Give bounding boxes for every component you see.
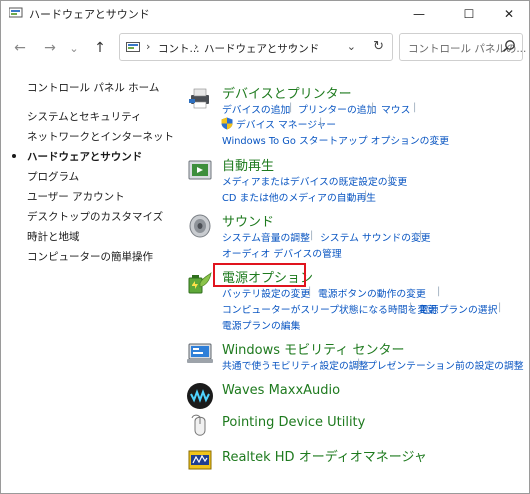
- left-nav-user-accounts[interactable]: ユーザー アカウント: [27, 189, 125, 204]
- realtek-audio-icon: [188, 450, 212, 470]
- add-device-link[interactable]: デバイスの追加: [222, 102, 290, 116]
- waves-maxxaudio-icon: [187, 383, 213, 409]
- link-separator: |: [413, 102, 417, 113]
- control-panel-icon: [9, 7, 23, 18]
- up-button[interactable]: ↑: [89, 37, 111, 59]
- control-panel-window: ハードウェアとサウンド — ☐ ✕ ← → ⌄ ↑ › コント... › ハード…: [0, 0, 530, 494]
- manage-audio-devices-link[interactable]: オーディオ デバイスの管理: [222, 246, 342, 260]
- current-page-bullet: [12, 154, 16, 158]
- realtek-audio-manager-title[interactable]: Realtek HD オーディオマネージャ: [222, 446, 427, 465]
- title-bar: ハードウェアとサウンド — ☐ ✕: [1, 1, 529, 27]
- close-icon: ✕: [503, 7, 515, 21]
- waves-maxxaudio-title[interactable]: Waves MaxxAudio: [222, 383, 340, 398]
- recent-locations-button[interactable]: ⌄: [63, 37, 85, 59]
- left-nav-network-internet[interactable]: ネットワークとインターネット: [27, 129, 174, 144]
- link-separator: |: [371, 102, 375, 113]
- left-nav-ease-of-access[interactable]: コンピューターの簡単操作: [27, 249, 153, 264]
- link-separator: |: [409, 302, 413, 313]
- change-system-sounds-link[interactable]: システム サウンドの変更: [320, 230, 431, 244]
- window-title: ハードウェアとサウンド: [29, 8, 150, 21]
- change-sleep-time-link[interactable]: コンピューターがスリープ状態になる時間を変更: [222, 302, 437, 316]
- minimize-button[interactable]: —: [397, 1, 441, 27]
- breadcrumb-separator: ›: [290, 40, 295, 53]
- minimize-icon: —: [413, 7, 425, 21]
- breadcrumb-hardware-sound[interactable]: ハードウェアとサウンド: [204, 41, 319, 56]
- control-panel-icon: [126, 42, 140, 52]
- search-icon: [503, 40, 515, 52]
- change-autoplay-defaults-link[interactable]: メディアまたはデバイスの既定設定の変更: [222, 174, 407, 188]
- navigation-bar: ← → ⌄ ↑ › コント... › ハードウェアとサウンド › ⌄ ↻ コント…: [1, 31, 529, 65]
- uac-shield-icon: [221, 117, 233, 130]
- maximize-icon: ☐: [463, 7, 475, 21]
- link-separator: |: [388, 174, 392, 185]
- breadcrumb-separator: ›: [146, 40, 151, 53]
- mobility-center-title[interactable]: Windows モビリティ センター: [222, 339, 405, 358]
- adjust-presentation-settings-link[interactable]: プレゼンテーション前の設定の調整: [367, 358, 524, 372]
- highlight-box: [213, 263, 306, 287]
- printer-icon: [189, 88, 209, 109]
- windows-to-go-link[interactable]: Windows To Go スタートアップ オプションの変更: [222, 133, 449, 147]
- left-nav-programs[interactable]: プログラム: [27, 169, 79, 184]
- link-separator: |: [308, 286, 312, 297]
- add-printer-link[interactable]: プリンターの追加: [298, 102, 376, 116]
- breadcrumb-separator: ›: [194, 40, 199, 53]
- choose-power-plan-link[interactable]: 電源プランの選択: [419, 302, 497, 316]
- power-options-icon: [188, 271, 212, 294]
- left-nav-appearance[interactable]: デスクトップのカスタマイズ: [27, 209, 163, 224]
- change-power-buttons-link[interactable]: 電源ボタンの動作の変更: [318, 286, 426, 300]
- pointing-device-utility-title[interactable]: Pointing Device Utility: [222, 415, 365, 430]
- cd-autoplay-link[interactable]: CD または他のメディアの自動再生: [222, 190, 376, 204]
- sound-title[interactable]: サウンド: [222, 211, 274, 230]
- address-dropdown-icon[interactable]: ⌄: [347, 40, 356, 53]
- left-nav-system-security[interactable]: システムとセキュリティ: [27, 109, 142, 124]
- edit-power-plan-link[interactable]: 電源プランの編集: [222, 318, 300, 332]
- link-separator: |: [310, 230, 314, 241]
- maximize-button[interactable]: ☐: [447, 1, 491, 27]
- mouse-icon: [191, 414, 206, 436]
- forward-arrow-icon: →: [44, 40, 56, 56]
- change-battery-settings-link[interactable]: バッテリ設定の変更: [222, 286, 310, 300]
- link-separator: |: [364, 190, 368, 201]
- link-separator: |: [289, 102, 293, 113]
- left-nav-control-panel-home[interactable]: コントロール パネル ホーム: [27, 80, 159, 95]
- search-box[interactable]: コントロール パネルの...: [399, 33, 526, 61]
- refresh-icon[interactable]: ↻: [373, 39, 384, 54]
- autoplay-title[interactable]: 自動再生: [222, 155, 274, 174]
- link-separator: |: [419, 230, 423, 241]
- close-button[interactable]: ✕: [487, 1, 530, 27]
- mouse-link[interactable]: マウス: [381, 102, 410, 116]
- link-separator: |: [357, 358, 361, 369]
- link-separator: |: [498, 302, 502, 313]
- devices-printers-title[interactable]: デバイスとプリンター: [222, 83, 352, 102]
- back-button[interactable]: ←: [9, 37, 31, 59]
- back-arrow-icon: ←: [14, 40, 26, 56]
- autoplay-icon: [188, 160, 212, 180]
- address-bar[interactable]: › コント... › ハードウェアとサウンド › ⌄ ↻: [119, 33, 393, 61]
- adjust-system-volume-link[interactable]: システム音量の調整: [222, 230, 310, 244]
- left-nav-hardware-sound: ハードウェアとサウンド: [27, 151, 143, 163]
- speaker-icon: [189, 214, 211, 238]
- left-nav-clock-region[interactable]: 時計と地域: [27, 229, 80, 244]
- adjust-mobility-settings-link[interactable]: 共通で使うモビリティ設定の調整: [222, 358, 368, 372]
- forward-button[interactable]: →: [39, 37, 61, 59]
- mobility-center-icon: [187, 343, 213, 363]
- link-separator: |: [437, 286, 441, 297]
- link-separator: |: [319, 117, 323, 128]
- chevron-down-icon: ⌄: [69, 41, 79, 55]
- up-arrow-icon: ↑: [94, 40, 106, 56]
